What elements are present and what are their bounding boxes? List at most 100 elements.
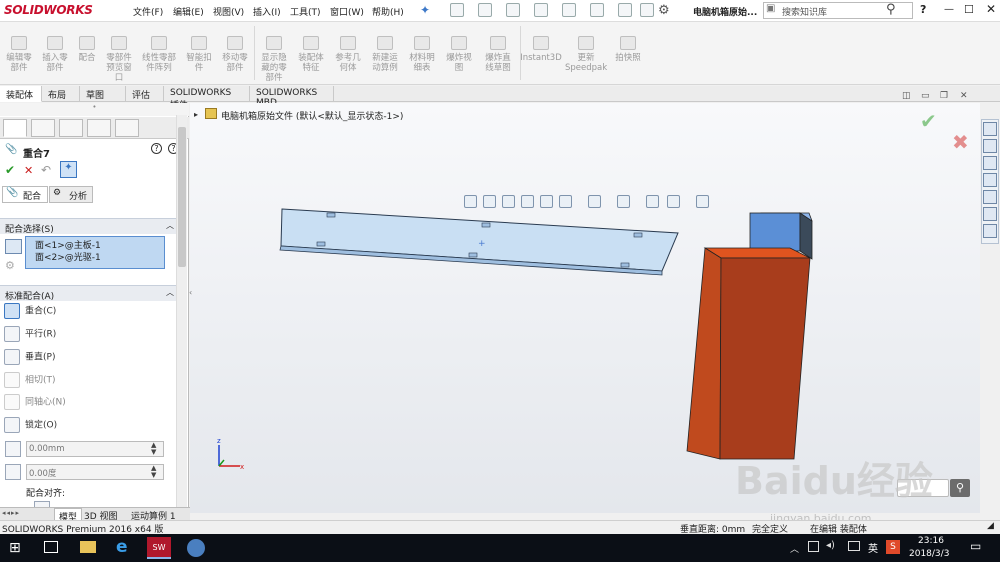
- file-properties-icon[interactable]: [640, 3, 654, 17]
- previous-view-icon[interactable]: [502, 195, 515, 208]
- viewport-restore-icon[interactable]: ❐: [940, 91, 948, 101]
- menu-help[interactable]: 帮助(H): [372, 5, 404, 18]
- undo-icon[interactable]: ↶: [41, 163, 51, 177]
- help-icon[interactable]: ?: [151, 143, 162, 154]
- viewport-minimize-icon[interactable]: ▭: [921, 91, 930, 101]
- open-document-icon[interactable]: [478, 3, 492, 17]
- zoom-to-area-icon[interactable]: [483, 195, 496, 208]
- ime-indicator[interactable]: 英: [868, 540, 878, 555]
- spinner-icon[interactable]: ▲ ▼: [151, 465, 156, 479]
- tab-navigation-arrows-icon[interactable]: ◂◂▸▸: [2, 509, 20, 517]
- explode-line-sketch-button[interactable]: 爆炸直 线草图: [478, 36, 518, 73]
- list-item[interactable]: 面<2>@光驱-1: [26, 249, 164, 263]
- dimxpert-manager-tab-icon[interactable]: [87, 119, 111, 137]
- tray-expand-icon[interactable]: ︿: [790, 542, 799, 555]
- tab-assembly[interactable]: 装配体: [0, 86, 42, 102]
- appearances-icon[interactable]: [983, 190, 997, 204]
- help-icon[interactable]: ?: [920, 3, 926, 16]
- input-method-icon[interactable]: S: [886, 540, 900, 554]
- resize-grip-icon[interactable]: ◢: [987, 521, 994, 531]
- forum-icon[interactable]: [983, 224, 997, 238]
- file-explorer-icon[interactable]: [983, 156, 997, 170]
- standard-mates-header[interactable]: 标准配合(A): [0, 285, 176, 302]
- notification-icon[interactable]: ▭: [970, 539, 981, 553]
- solidworks-taskbar-icon[interactable]: SW: [147, 537, 171, 559]
- feature-tree-root[interactable]: 电脑机箱原始文件 (默认<默认_显示状态-1>): [221, 109, 403, 122]
- property-manager-tab-icon[interactable]: [31, 119, 55, 137]
- menu-view[interactable]: 视图(V): [213, 5, 244, 18]
- panel-drag-handle[interactable]: •: [0, 103, 189, 116]
- new-document-icon[interactable]: [450, 3, 464, 17]
- pushpin-icon[interactable]: ✦: [60, 161, 77, 178]
- print-icon[interactable]: [534, 3, 548, 17]
- apply-scene-icon[interactable]: [667, 195, 680, 208]
- edit-component-button[interactable]: 编辑零 部件: [4, 36, 34, 73]
- panel-collapse-handle-icon[interactable]: ‹: [189, 288, 192, 297]
- viewport-close-icon[interactable]: ✕: [960, 91, 968, 101]
- volume-icon[interactable]: ◂): [826, 540, 835, 551]
- cancel-x-icon[interactable]: ✕: [24, 164, 33, 177]
- save-icon[interactable]: [506, 3, 520, 17]
- clock-time[interactable]: 23:16: [918, 536, 944, 546]
- instant3d-button[interactable]: Instant3D: [520, 36, 562, 63]
- distance-input[interactable]: 0.00mm: [26, 441, 164, 457]
- tab-evaluate[interactable]: 评估: [126, 86, 164, 102]
- options-gear-icon[interactable]: ⚙: [658, 3, 670, 18]
- linear-pattern-button[interactable]: 线性零部 件阵列: [138, 36, 180, 73]
- ok-check-icon[interactable]: ✔: [5, 163, 15, 177]
- network-icon[interactable]: [808, 541, 819, 552]
- perpendicular-mate-option[interactable]: 垂直(P): [4, 349, 55, 367]
- tab-solidworks-mbd[interactable]: SOLIDWORKS MBD: [250, 86, 334, 108]
- list-item[interactable]: 面<1>@主板-1: [26, 237, 164, 251]
- display-style-icon[interactable]: [588, 195, 601, 208]
- display-manager-tab-icon[interactable]: [115, 119, 139, 137]
- parallel-mate-option[interactable]: 平行(R): [4, 326, 56, 344]
- minimize-icon[interactable]: —: [944, 4, 954, 15]
- view-settings-icon[interactable]: [696, 195, 709, 208]
- take-snapshot-button[interactable]: 拍快照: [610, 36, 646, 63]
- menu-edit[interactable]: 编辑(E): [173, 5, 204, 18]
- search-icon[interactable]: ⚲: [886, 2, 896, 17]
- tab-layout[interactable]: 布局: [42, 86, 80, 102]
- coincident-mate-option[interactable]: 重合(C): [4, 303, 56, 321]
- task-view-icon[interactable]: [44, 541, 58, 553]
- smart-fasteners-button[interactable]: 智能扣 件: [183, 36, 215, 73]
- tab-sketch[interactable]: 草图: [80, 86, 126, 102]
- move-component-button[interactable]: 移动零 部件: [218, 36, 252, 73]
- bill-of-materials-button[interactable]: 材料明 细表: [405, 36, 439, 73]
- select-icon[interactable]: [590, 3, 604, 17]
- tab-solidworks-addins[interactable]: SOLIDWORKS 插件: [164, 86, 250, 111]
- confirm-corner-check-icon[interactable]: ✔: [920, 109, 937, 133]
- show-hidden-components-button[interactable]: 显示隐 藏的零 部件: [257, 36, 291, 83]
- section-view-icon[interactable]: [521, 195, 534, 208]
- component-preview-button[interactable]: 零部件 预览窗 口: [102, 36, 136, 83]
- collapse-chevron-icon[interactable]: ︿: [166, 220, 174, 231]
- keyboard-icon[interactable]: [848, 541, 860, 551]
- new-motion-study-button[interactable]: 新建运 动算例: [368, 36, 402, 73]
- rebuild-icon[interactable]: [618, 3, 632, 17]
- pin-icon[interactable]: ✦: [420, 3, 430, 17]
- update-speedpak-button[interactable]: 更新 Speedpak: [565, 36, 607, 73]
- edit-appearance-icon[interactable]: [646, 195, 659, 208]
- view-orientation-icon[interactable]: [559, 195, 572, 208]
- case-box[interactable]: [686, 247, 811, 460]
- hide-show-items-icon[interactable]: [617, 195, 630, 208]
- close-icon[interactable]: ✕: [986, 2, 996, 16]
- maximize-icon[interactable]: ☐: [964, 3, 974, 16]
- collapse-chevron-icon[interactable]: ︿: [166, 287, 174, 298]
- confirm-corner-cancel-icon[interactable]: ✖: [952, 130, 969, 154]
- tree-expand-arrow-icon[interactable]: ▸: [194, 110, 198, 119]
- multi-mate-icon[interactable]: ⚙: [5, 259, 15, 272]
- zoom-to-fit-icon[interactable]: [464, 195, 477, 208]
- app-logo[interactable]: SOLIDWORKS: [4, 3, 93, 17]
- configuration-manager-tab-icon[interactable]: [59, 119, 83, 137]
- edge-browser-icon[interactable]: e: [116, 537, 128, 557]
- mate-selections-header[interactable]: 配合选择(S): [0, 218, 176, 235]
- menu-window[interactable]: 窗口(W): [330, 5, 364, 18]
- angle-input[interactable]: 0.00度: [26, 464, 164, 480]
- concentric-mate-option[interactable]: 同轴心(N): [4, 394, 66, 412]
- assembly-features-button[interactable]: 装配体 特征: [294, 36, 328, 73]
- file-explorer-taskbar-icon[interactable]: [80, 541, 96, 553]
- spinner-icon[interactable]: ▲ ▼: [151, 442, 156, 456]
- mate-button[interactable]: 配合: [75, 36, 99, 63]
